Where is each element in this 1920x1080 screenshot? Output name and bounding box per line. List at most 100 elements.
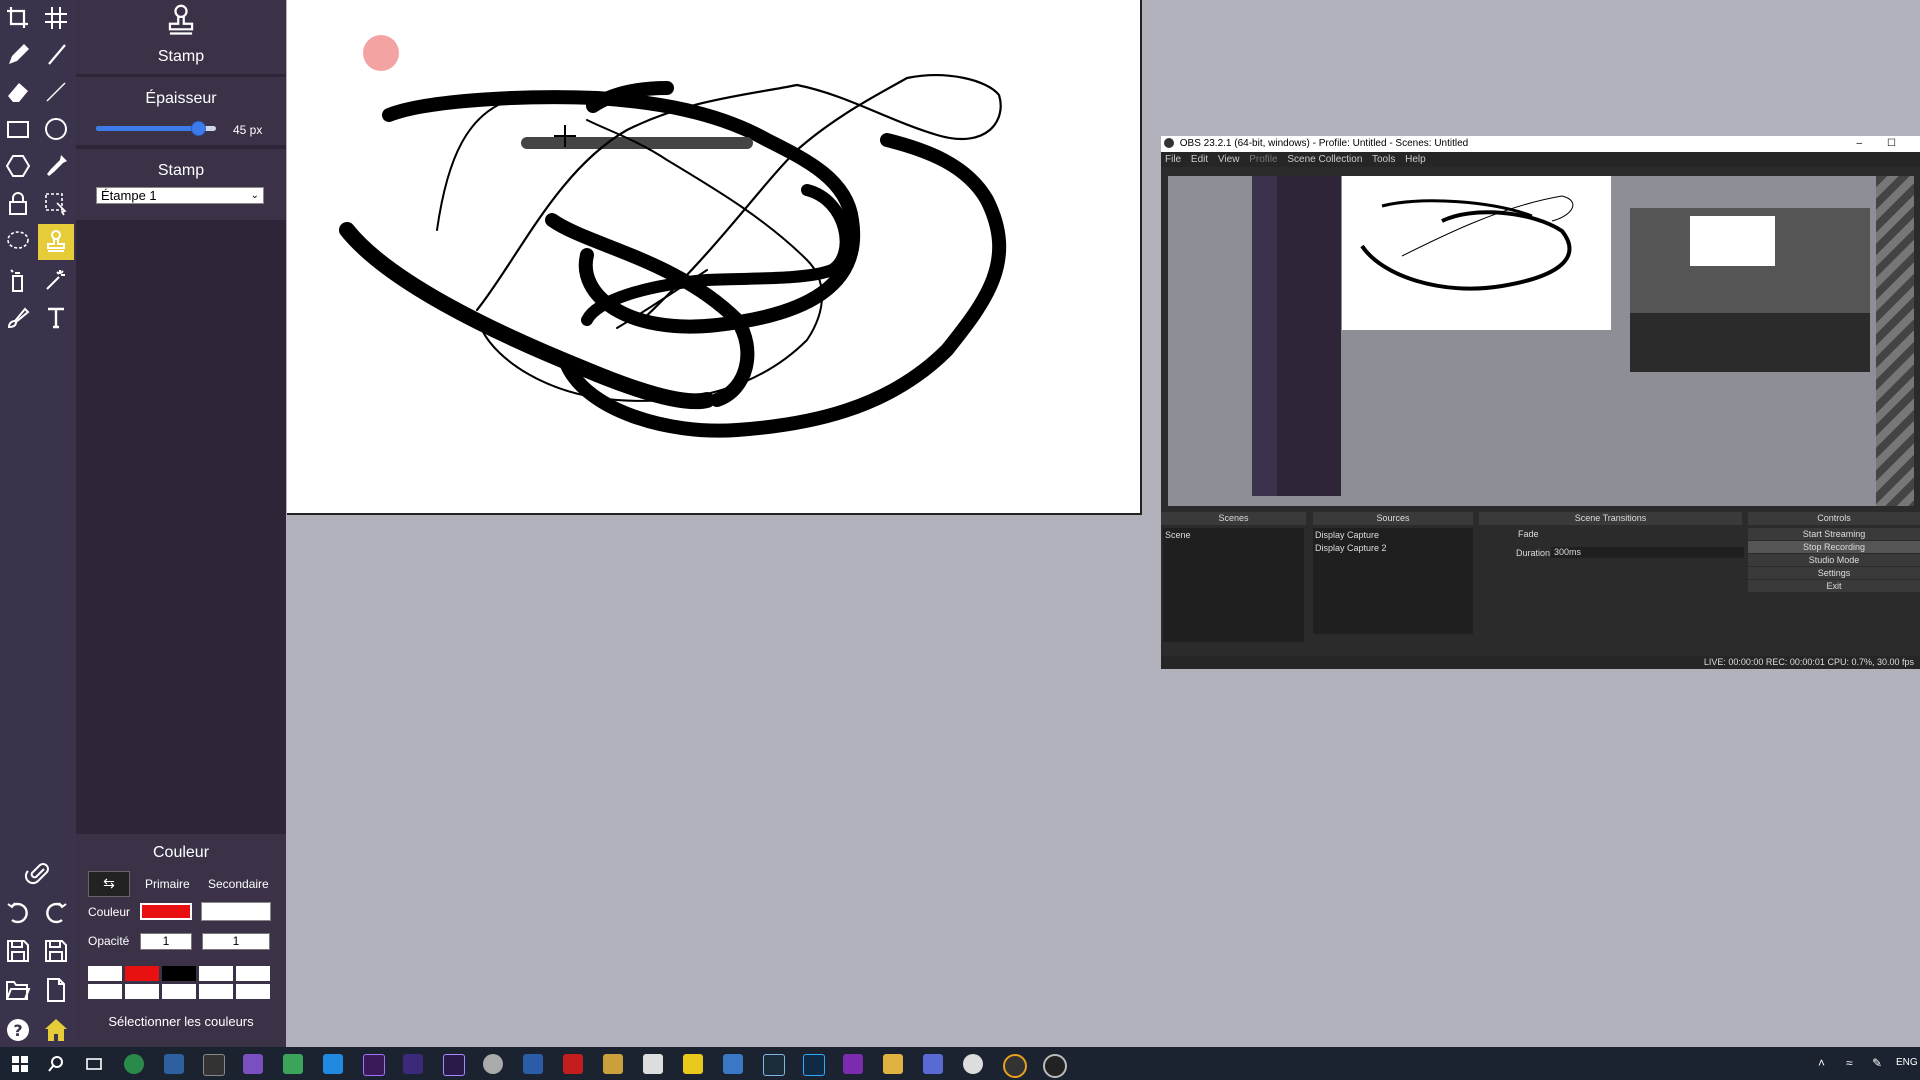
minimize-icon[interactable]: – — [1856, 136, 1862, 152]
palette-swatch[interactable] — [162, 984, 196, 999]
vscode-icon[interactable] — [323, 1054, 343, 1074]
fill-icon[interactable] — [0, 300, 36, 336]
app-icon[interactable] — [603, 1054, 623, 1074]
eyedropper-icon[interactable] — [38, 148, 74, 184]
polygon-icon[interactable] — [0, 148, 36, 184]
network-icon[interactable]: ≈ — [1846, 1056, 1853, 1070]
source-item[interactable]: Display Capture 2 — [1315, 543, 1387, 553]
save-icon[interactable] — [38, 933, 74, 969]
photoshop-icon[interactable] — [803, 1054, 825, 1076]
lock-icon[interactable] — [0, 186, 36, 222]
selection-icon[interactable] — [38, 186, 74, 222]
magic-wand-icon[interactable] — [38, 262, 74, 298]
menu-help[interactable]: Help — [1405, 154, 1426, 165]
new-file-icon[interactable] — [38, 972, 74, 1008]
menu-scene-collection[interactable]: Scene Collection — [1287, 154, 1362, 165]
obs-preview[interactable] — [1168, 176, 1914, 506]
palette-swatch[interactable] — [125, 984, 159, 999]
select-colors-button[interactable]: Sélectionner les couleurs — [76, 1014, 286, 1029]
palette-swatch[interactable] — [88, 966, 122, 981]
scene-item[interactable]: Scene — [1165, 530, 1191, 540]
menu-view[interactable]: View — [1218, 154, 1240, 165]
chrome-icon[interactable] — [124, 1054, 144, 1074]
menu-profile[interactable]: Profile — [1249, 154, 1277, 165]
app-icon[interactable] — [403, 1054, 423, 1074]
drawing-canvas[interactable] — [287, 0, 1142, 515]
menu-tools[interactable]: Tools — [1372, 154, 1395, 165]
chevron-up-icon[interactable]: ˄ — [1818, 1056, 1825, 1070]
sticky-notes-icon[interactable] — [683, 1054, 703, 1074]
maximize-icon[interactable]: ☐ — [1887, 136, 1896, 152]
after-effects-icon[interactable] — [443, 1054, 465, 1076]
settings-button[interactable]: Settings — [1748, 567, 1920, 579]
primary-opacity-input[interactable]: 1 — [140, 933, 192, 950]
grid-icon[interactable] — [38, 0, 74, 36]
visual-studio-icon[interactable] — [243, 1054, 263, 1074]
app-icon[interactable] — [483, 1054, 503, 1074]
thickness-slider[interactable] — [96, 121, 216, 136]
search-icon[interactable] — [46, 1054, 66, 1074]
palette-swatch[interactable] — [199, 966, 233, 981]
onenote-icon[interactable] — [843, 1054, 863, 1074]
transition-select[interactable]: Fade — [1518, 529, 1539, 539]
task-view-icon[interactable] — [84, 1054, 104, 1074]
app-icon[interactable] — [1003, 1054, 1027, 1078]
swap-colors-button[interactable]: ⇆ — [88, 871, 130, 897]
calculator-icon[interactable] — [723, 1054, 743, 1074]
duration-input[interactable]: 300ms — [1551, 547, 1744, 558]
crop-icon[interactable] — [0, 0, 36, 36]
windows-start-icon[interactable] — [10, 1054, 30, 1074]
eraser-icon[interactable] — [0, 74, 36, 110]
thickness-section: Épaisseur 45 px — [76, 77, 286, 145]
app-icon[interactable] — [283, 1054, 303, 1074]
app-icon[interactable] — [963, 1054, 983, 1074]
palette-swatch[interactable] — [162, 966, 196, 981]
palette-swatch[interactable] — [88, 984, 122, 999]
acrobat-icon[interactable] — [563, 1054, 583, 1074]
primary-color-box[interactable] — [140, 903, 192, 920]
help-icon[interactable]: ? — [0, 1012, 36, 1048]
exit-button[interactable]: Exit — [1748, 580, 1920, 592]
studio-mode-button[interactable]: Studio Mode — [1748, 554, 1920, 566]
lasso-icon[interactable] — [0, 224, 36, 260]
undo-icon[interactable] — [0, 895, 36, 931]
premiere-icon[interactable] — [363, 1054, 385, 1076]
options-panel: Stamp Épaisseur 45 px Stamp Étampe 1 ⌄ C… — [76, 0, 286, 1047]
stamp-select[interactable]: Étampe 1 ⌄ — [96, 187, 264, 204]
secondary-color-box[interactable] — [201, 902, 271, 921]
stamp-icon[interactable] — [38, 224, 74, 260]
stop-recording-button[interactable]: Stop Recording — [1748, 541, 1920, 553]
redo-icon[interactable] — [38, 895, 74, 931]
ellipse-icon[interactable] — [38, 111, 74, 147]
app-icon[interactable] — [643, 1054, 663, 1074]
open-icon[interactable] — [0, 972, 36, 1008]
secondary-opacity-input[interactable]: 1 — [202, 933, 270, 950]
rectangle-icon[interactable] — [0, 111, 36, 147]
text-icon[interactable] — [38, 300, 74, 336]
menu-edit[interactable]: Edit — [1191, 154, 1208, 165]
brush-icon[interactable] — [38, 37, 74, 73]
home-icon[interactable] — [38, 1012, 74, 1048]
menu-file[interactable]: File — [1165, 154, 1181, 165]
terminal-icon[interactable] — [203, 1054, 225, 1076]
spray-icon[interactable] — [0, 262, 36, 298]
source-item[interactable]: Display Capture — [1315, 530, 1379, 540]
line-icon[interactable] — [38, 74, 74, 110]
powershell-icon[interactable] — [164, 1054, 184, 1074]
file-explorer-icon[interactable] — [883, 1054, 903, 1074]
pin-icon[interactable] — [19, 858, 55, 894]
palette-swatch[interactable] — [236, 984, 270, 999]
word-icon[interactable] — [523, 1054, 543, 1074]
lightroom-icon[interactable] — [763, 1054, 785, 1076]
start-streaming-button[interactable]: Start Streaming — [1748, 528, 1920, 540]
obs-icon[interactable] — [1043, 1054, 1067, 1078]
palette-swatch[interactable] — [125, 966, 159, 981]
language-indicator[interactable]: ENG — [1896, 1057, 1918, 1068]
save-as-icon[interactable] — [0, 933, 36, 969]
palette-swatch[interactable] — [236, 966, 270, 981]
sources-header: Sources — [1313, 512, 1473, 525]
pen-icon[interactable]: ✎ — [1872, 1056, 1882, 1070]
pencil-icon[interactable] — [0, 37, 36, 73]
discord-icon[interactable] — [923, 1054, 943, 1074]
palette-swatch[interactable] — [199, 984, 233, 999]
